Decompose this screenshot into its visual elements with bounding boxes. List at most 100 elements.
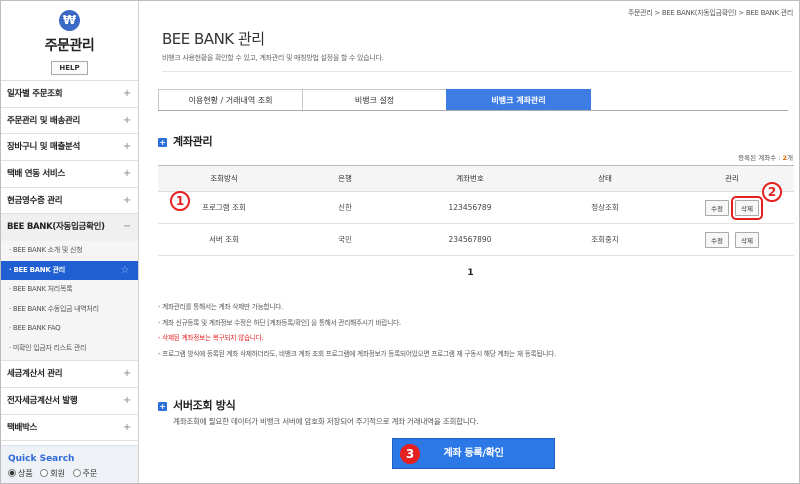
cell-bank: 국민 <box>290 223 400 256</box>
menu-order-shipping[interactable]: 주문관리 및 배송관리 + <box>1 108 138 135</box>
count-prefix: 등록된 계좌수 : <box>738 154 783 162</box>
menu-label: 일자별 주문조회 <box>7 89 63 99</box>
cell-account-number: 234567890 <box>400 223 540 256</box>
menu-label: 세금계산서 관리 <box>7 369 63 380</box>
beebank-submenu: · BEE BANK 소개 및 신청 · BEE BANK 관리 ☆ · BEE … <box>1 241 138 362</box>
tab-account-management[interactable]: 비뱅크 계좌관리 <box>446 89 591 111</box>
delete-button[interactable]: 삭제 <box>735 231 759 248</box>
annotation-marker-3: 3 <box>400 444 420 464</box>
quick-search-title: Quick Search <box>8 454 75 464</box>
square-plus-icon: + <box>158 138 167 147</box>
menu-label: 전자세금계산서 발행 <box>7 395 78 406</box>
annotation-marker-1: 1 <box>170 191 190 211</box>
section-title-text: 서버조회 방식 <box>173 399 236 412</box>
table-row: 프로그램 조회 신한 123456789 정상조회 수정 삭제 <box>158 191 794 224</box>
server-section-description: 계좌조회에 필요한 데이터가 비뱅크 서버에 암호화 저장되어 주기적으로 계좌… <box>173 417 479 426</box>
col-method: 조회방식 <box>158 165 290 192</box>
submenu-beebank-faq[interactable]: · BEE BANK FAQ <box>1 319 138 339</box>
account-section-title: + 계좌관리 <box>158 133 213 149</box>
menu-label: BEE BANK(자동입금확인) <box>7 222 105 233</box>
table-row: 서버 조회 국민 234567890 조회중지 수정 삭제 <box>158 223 794 256</box>
count-suffix: 개 <box>787 154 793 162</box>
note-line: - 계좌관리를 통해서는 계좌 삭제만 가능합니다. <box>158 303 284 311</box>
plus-icon[interactable]: + <box>123 388 131 414</box>
note-line: - 계좌 신규등록 및 계좌정보 수정은 하단 [계좌등록/확인] 을 통해서 … <box>158 318 401 327</box>
edit-button[interactable]: 수정 <box>705 199 729 216</box>
submenu-beebank-intro[interactable]: · BEE BANK 소개 및 신청 <box>1 241 138 261</box>
pagination-current-page[interactable]: 1 <box>140 268 799 278</box>
plus-icon[interactable]: + <box>123 361 131 387</box>
help-button[interactable]: HELP <box>51 61 88 75</box>
cell-status: 조회중지 <box>540 223 670 256</box>
edit-button[interactable]: 수정 <box>705 231 729 248</box>
plus-icon[interactable]: + <box>123 415 131 441</box>
section-title-text: 계좌관리 <box>173 135 213 148</box>
menu-e-tax-invoice[interactable]: 전자세금계산서 발행 + <box>1 388 138 415</box>
plus-icon[interactable]: + <box>123 108 131 134</box>
menu-label: 택배박스 <box>7 422 38 433</box>
plus-icon[interactable]: + <box>123 81 131 107</box>
menu-daily-orders[interactable]: 일자별 주문조회 + <box>1 81 138 108</box>
col-bank: 은행 <box>290 165 400 192</box>
menu-label: 택배 연동 서비스 <box>7 169 65 180</box>
notes: - 계좌관리를 통해서는 계좌 삭제만 가능합니다. - 계좌 신규등록 및 계… <box>158 300 556 362</box>
radio-label: 주문 <box>82 469 98 478</box>
menu-cart-sales[interactable]: 장바구니 및 매출분석 + <box>1 134 138 162</box>
tab-underline <box>158 110 788 111</box>
quick-search-options: 상품 회원 주문 <box>8 468 138 479</box>
menu-beebank[interactable]: BEE BANK(자동입금확인) − <box>1 214 138 242</box>
cell-bank: 신한 <box>290 191 400 224</box>
minus-icon[interactable]: − <box>123 214 131 240</box>
app-window: ₩ 주문관리 HELP 일자별 주문조회 + 주문관리 및 배송관리 + 장바구니 … <box>0 0 800 484</box>
annotation-marker-2: 2 <box>762 182 782 202</box>
cell-method: 서버 조회 <box>158 223 290 256</box>
radio-label: 회원 <box>50 469 66 478</box>
radio-order[interactable] <box>72 469 81 477</box>
sidebar: ₩ 주문관리 HELP 일자별 주문조회 + 주문관리 및 배송관리 + 장바구니 … <box>1 1 139 483</box>
plus-icon[interactable]: + <box>123 188 131 214</box>
menu-label: 주문관리 및 배송관리 <box>7 115 80 126</box>
page-description: 비뱅크 사용현황을 확인할 수 있고, 계좌관리 및 매칭방법 설정을 할 수 … <box>162 54 384 62</box>
quick-search: Quick Search 상품 회원 주문 <box>1 445 138 483</box>
col-status: 상태 <box>540 165 670 192</box>
button-label: 계좌 등록/확인 <box>443 448 504 459</box>
radio-product[interactable] <box>8 469 16 477</box>
menu-label: 장바구니 및 매출분석 <box>7 142 80 153</box>
star-icon[interactable]: ☆ <box>120 261 129 281</box>
tab-beebank-settings[interactable]: 비뱅크 설정 <box>302 89 447 111</box>
note-warning: - 삭제된 계좌정보는 복구되지 않습니다. <box>158 334 264 342</box>
radio-member[interactable] <box>40 469 49 477</box>
cell-status: 정상조회 <box>540 191 670 224</box>
tab-usage-history[interactable]: 이용현황 / 거래내역 조회 <box>158 89 303 111</box>
sidebar-header: ₩ 주문관리 HELP <box>1 1 138 81</box>
submenu-label: · BEE BANK 관리 <box>9 265 65 274</box>
plus-icon[interactable]: + <box>123 161 131 187</box>
server-section-title: + 서버조회 방식 <box>158 397 236 413</box>
table-header: 조회방식 은행 계좌번호 상태 관리 <box>158 165 794 192</box>
col-account-number: 계좌번호 <box>400 165 540 192</box>
submenu-beebank-manual[interactable]: · BEE BANK 수동입금 내역처리 <box>1 300 138 320</box>
submenu-beebank-list[interactable]: · BEE BANK 처리목록 <box>1 280 138 300</box>
breadcrumb: 주문관리 > BEE BANK(자동입금확인) > BEE BANK 관리 <box>627 9 793 17</box>
plus-icon[interactable]: + <box>123 134 131 160</box>
submenu-unconfirmed-depositors[interactable]: · 미확인 입금자 리스트 관리 <box>1 339 138 359</box>
sidebar-title: 주문관리 <box>44 38 95 54</box>
cell-manage: 수정 삭제 <box>670 223 794 256</box>
menu-delivery-service[interactable]: 택배 연동 서비스 + <box>1 161 138 188</box>
square-plus-icon: + <box>158 402 167 411</box>
menu-tax-invoice[interactable]: 세금계산서 관리 + <box>1 361 138 388</box>
won-logo-icon: ₩ <box>59 10 80 31</box>
page-title: BEE BANK 관리 <box>162 30 265 48</box>
menu-label: 현금영수증 관리 <box>7 195 63 206</box>
account-count: 등록된 계좌수 : 2개 <box>738 152 793 162</box>
radio-label: 상품 <box>18 469 33 478</box>
menu-cash-receipt[interactable]: 현금영수증 관리 + <box>1 188 138 215</box>
divider <box>162 71 792 72</box>
delete-button[interactable]: 삭제 <box>731 195 763 220</box>
submenu-beebank-manage[interactable]: · BEE BANK 관리 ☆ <box>1 260 138 281</box>
note-line: - 프로그램 방식에 등록된 계좌 삭제하더라도, 비뱅크 계좌 조회 프로그램… <box>158 349 556 358</box>
tab-bar: 이용현황 / 거래내역 조회 비뱅크 설정 비뱅크 계좌관리 <box>158 89 591 111</box>
menu-delivery-box[interactable]: 택배박스 + <box>1 415 138 442</box>
main-content: 주문관리 > BEE BANK(자동입금확인) > BEE BANK 관리 BE… <box>140 1 799 483</box>
cell-account-number: 123456789 <box>400 191 540 224</box>
